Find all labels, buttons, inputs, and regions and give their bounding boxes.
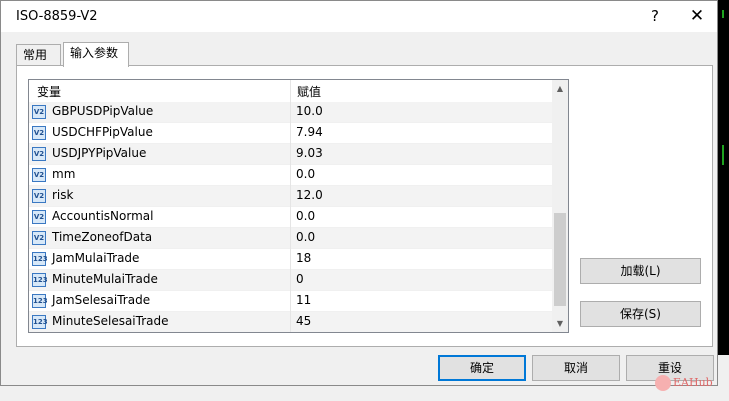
variable-name: MinuteMulaiTrade bbox=[52, 272, 158, 286]
load-button[interactable]: 加载(L) bbox=[580, 258, 701, 284]
table-row[interactable]: 123 JamSelesaiTrade 11 bbox=[29, 291, 552, 312]
variable-name: GBPUSDPipValue bbox=[52, 104, 154, 118]
variable-name: MinuteSelesaiTrade bbox=[52, 314, 169, 328]
vertical-scrollbar[interactable]: ▲ ▼ bbox=[552, 80, 568, 332]
double-type-icon: V2 bbox=[32, 231, 46, 245]
parameters-table: 变量 赋值 V2 GBPUSDPipValue 10.0 V2 USDCHFPipVal… bbox=[28, 79, 569, 333]
cancel-button[interactable]: 取消 bbox=[532, 355, 620, 381]
scroll-up-arrow-icon[interactable]: ▲ bbox=[552, 80, 568, 97]
double-type-icon: V2 bbox=[32, 210, 46, 224]
cell-divider bbox=[290, 270, 291, 291]
double-type-icon: V2 bbox=[32, 168, 46, 182]
scroll-down-arrow-icon[interactable]: ▼ bbox=[552, 315, 568, 332]
title-bar: ISO-8859-V2 ? ✕ bbox=[1, 1, 717, 32]
close-button[interactable]: ✕ bbox=[681, 4, 713, 28]
variable-value[interactable]: 0.0 bbox=[296, 167, 315, 181]
integer-type-icon: 123 bbox=[32, 315, 48, 329]
chart-candle bbox=[722, 10, 724, 18]
double-type-icon: V2 bbox=[32, 147, 46, 161]
variable-value[interactable]: 9.03 bbox=[296, 146, 323, 160]
variable-name: USDCHFPipValue bbox=[52, 125, 153, 139]
variable-value[interactable]: 45 bbox=[296, 314, 311, 328]
variable-name: JamSelesaiTrade bbox=[52, 293, 151, 307]
double-type-icon: V2 bbox=[32, 189, 46, 203]
variable-value[interactable]: 0.0 bbox=[296, 230, 315, 244]
table-row[interactable]: V2 AccountisNormal 0.0 bbox=[29, 207, 552, 228]
table-body: V2 GBPUSDPipValue 10.0 V2 USDCHFPipValue 7.94… bbox=[29, 102, 552, 332]
column-header-value[interactable]: 赋值 bbox=[297, 83, 321, 100]
cell-divider bbox=[290, 249, 291, 270]
table-row[interactable]: V2 USDCHFPipValue 7.94 bbox=[29, 123, 552, 144]
chart-candle bbox=[722, 145, 724, 165]
variable-value[interactable]: 0.0 bbox=[296, 209, 315, 223]
ok-button[interactable]: 确定 bbox=[438, 355, 526, 381]
cell-divider bbox=[290, 102, 291, 123]
help-button[interactable]: ? bbox=[639, 4, 671, 28]
variable-name: AccountisNormal bbox=[52, 209, 154, 223]
window-title: ISO-8859-V2 bbox=[16, 9, 98, 24]
double-type-icon: V2 bbox=[32, 105, 46, 119]
variable-name: USDJPYPipValue bbox=[52, 146, 147, 160]
cell-divider bbox=[290, 144, 291, 165]
tab-common[interactable]: 常用 bbox=[16, 44, 61, 66]
variable-name: TimeZoneofData bbox=[52, 230, 153, 244]
column-divider[interactable] bbox=[290, 80, 291, 102]
watermark-text: EAHub bbox=[673, 376, 713, 389]
table-row[interactable]: V2 TimeZoneofData 0.0 bbox=[29, 228, 552, 249]
table-row[interactable]: V2 risk 12.0 bbox=[29, 186, 552, 207]
table-row[interactable]: 123 JamMulaiTrade 18 bbox=[29, 249, 552, 270]
variable-name: risk bbox=[52, 188, 74, 202]
tab-inputs[interactable]: 输入参数 bbox=[63, 42, 129, 67]
table-row[interactable]: V2 mm 0.0 bbox=[29, 165, 552, 186]
double-type-icon: V2 bbox=[32, 126, 46, 140]
variable-value[interactable]: 0 bbox=[296, 272, 304, 286]
column-header-variable[interactable]: 变量 bbox=[37, 83, 61, 100]
variable-value[interactable]: 12.0 bbox=[296, 188, 323, 202]
variable-value[interactable]: 18 bbox=[296, 251, 311, 265]
variable-value[interactable]: 10.0 bbox=[296, 104, 323, 118]
table-header: 变量 赋值 bbox=[29, 80, 552, 103]
variable-value[interactable]: 7.94 bbox=[296, 125, 323, 139]
watermark-logo: EAHub bbox=[655, 375, 725, 395]
variable-name: JamMulaiTrade bbox=[52, 251, 140, 265]
table-row[interactable]: 123 MinuteSelesaiTrade 45 bbox=[29, 312, 552, 332]
save-button[interactable]: 保存(S) bbox=[580, 301, 701, 327]
cell-divider bbox=[290, 165, 291, 186]
chart-background bbox=[718, 0, 729, 401]
table-row[interactable]: V2 GBPUSDPipValue 10.0 bbox=[29, 102, 552, 123]
variable-name: mm bbox=[52, 167, 76, 181]
cell-divider bbox=[290, 123, 291, 144]
cell-divider bbox=[290, 291, 291, 312]
integer-type-icon: 123 bbox=[32, 273, 48, 287]
scroll-thumb[interactable] bbox=[554, 213, 566, 306]
table-row[interactable]: 123 MinuteMulaiTrade 0 bbox=[29, 270, 552, 291]
integer-type-icon: 123 bbox=[32, 252, 48, 266]
table-row[interactable]: V2 USDJPYPipValue 9.03 bbox=[29, 144, 552, 165]
cell-divider bbox=[290, 186, 291, 207]
cell-divider bbox=[290, 228, 291, 249]
cell-divider bbox=[290, 207, 291, 228]
watermark-icon bbox=[655, 375, 671, 391]
cell-divider bbox=[290, 312, 291, 332]
integer-type-icon: 123 bbox=[32, 294, 48, 308]
variable-value[interactable]: 11 bbox=[296, 293, 311, 307]
